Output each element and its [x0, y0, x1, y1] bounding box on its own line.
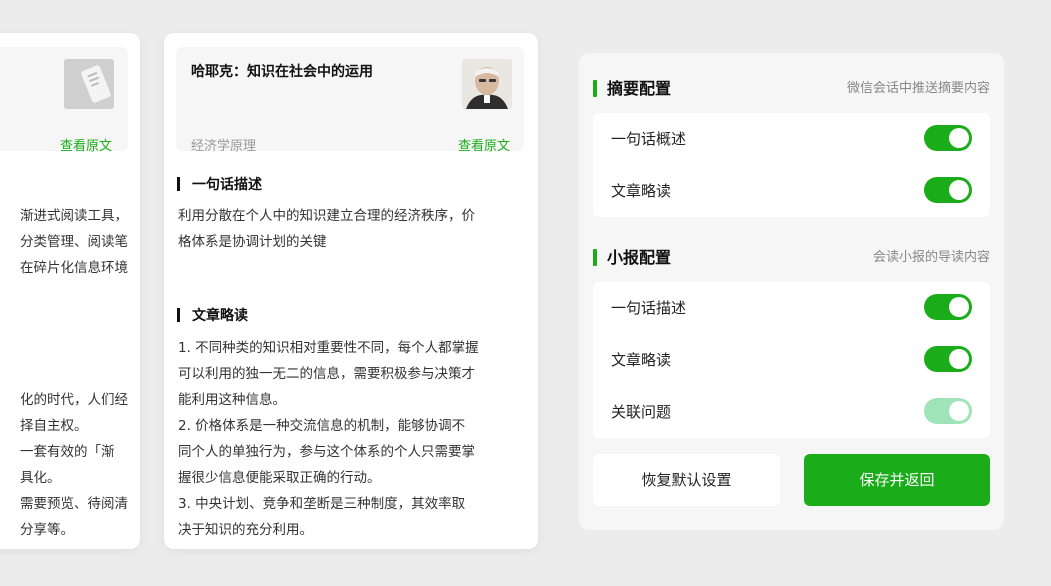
- article-header: 查看原文: [0, 47, 128, 154]
- view-original-link[interactable]: 查看原文: [458, 135, 510, 154]
- article-header: 哈耶克：知识在社会中的运用 经济学原理 查看原文: [176, 47, 524, 154]
- setting-row: 一句话描述: [593, 282, 990, 334]
- one-sentence-text: 利用分散在个人中的知识建立合理的经济秩序，价 格体系是协调计划的关键: [178, 208, 475, 250]
- setting-row: 关联问题: [593, 386, 990, 438]
- left-text-line: 渐进式阅读工具，: [20, 208, 128, 224]
- reset-defaults-button[interactable]: 恢复默认设置: [593, 454, 780, 506]
- setting-label: 文章略读: [611, 351, 672, 369]
- settings-panel: 摘要配置 微信会话中推送摘要内容 一句话概述 文章略读 小报配置 会读小报的导读…: [579, 53, 1004, 530]
- left-text-line: 在碎片化信息环境: [20, 260, 128, 276]
- setting-row: 文章略读: [593, 334, 990, 386]
- left-text-line: 分类管理、阅读笔: [20, 234, 128, 250]
- one-sentence-description-toggle[interactable]: [924, 294, 972, 320]
- brief-config-subtitle: 会读小报的导读内容: [872, 250, 990, 265]
- skim-text: 1. 不同种类的知识相对重要性不同，每个人都掌握 可以利用的独一无二的信息，需要…: [178, 340, 479, 538]
- summary-config-title: 摘要配置: [593, 75, 671, 99]
- article-thumbnail: [64, 59, 114, 109]
- setting-label: 一句话概述: [611, 130, 687, 148]
- article-title: 哈耶克：知识在社会中的运用: [191, 64, 373, 80]
- section-one-sentence-heading: 一句话描述: [177, 174, 262, 194]
- brief-config-title: 小报配置: [593, 244, 671, 268]
- author-portrait: [462, 59, 512, 109]
- article-category: 经济学原理: [191, 139, 257, 154]
- brief-skim-toggle[interactable]: [924, 346, 972, 372]
- left-text-line: 择自主权。: [20, 418, 88, 434]
- previous-article-card: 查看原文 渐进式阅读工具， 分类管理、阅读笔 在碎片化信息环境 化的时代，人们经…: [0, 33, 140, 549]
- brief-settings-list: 一句话描述 文章略读 关联问题: [593, 282, 990, 438]
- save-and-return-button[interactable]: 保存并返回: [804, 454, 990, 506]
- left-text-line: 化的时代，人们经: [20, 392, 128, 408]
- left-text-line: 需要预览、待阅清: [20, 496, 128, 512]
- summary-skim-toggle[interactable]: [924, 177, 972, 203]
- setting-label: 关联问题: [611, 403, 672, 421]
- view-original-link[interactable]: 查看原文: [60, 135, 112, 154]
- setting-row: 文章略读: [593, 165, 990, 217]
- section-skim-heading: 文章略读: [177, 305, 248, 325]
- left-text-line: 具化。: [20, 470, 61, 486]
- summary-config-subtitle: 微信会话中推送摘要内容: [846, 81, 990, 96]
- related-questions-toggle[interactable]: [924, 398, 972, 424]
- one-sentence-summary-toggle[interactable]: [924, 125, 972, 151]
- article-card: 哈耶克：知识在社会中的运用 经济学原理 查看原文 一句话描述 利用分散在个人中的…: [164, 33, 538, 549]
- summary-settings-list: 一句话概述 文章略读: [593, 113, 990, 217]
- setting-label: 文章略读: [611, 182, 672, 200]
- setting-label: 一句话描述: [611, 299, 687, 317]
- phone-image-icon: [64, 59, 114, 109]
- left-text-line: 一套有效的「渐: [20, 444, 115, 460]
- portrait-image-icon: [462, 59, 512, 109]
- setting-row: 一句话概述: [593, 113, 990, 165]
